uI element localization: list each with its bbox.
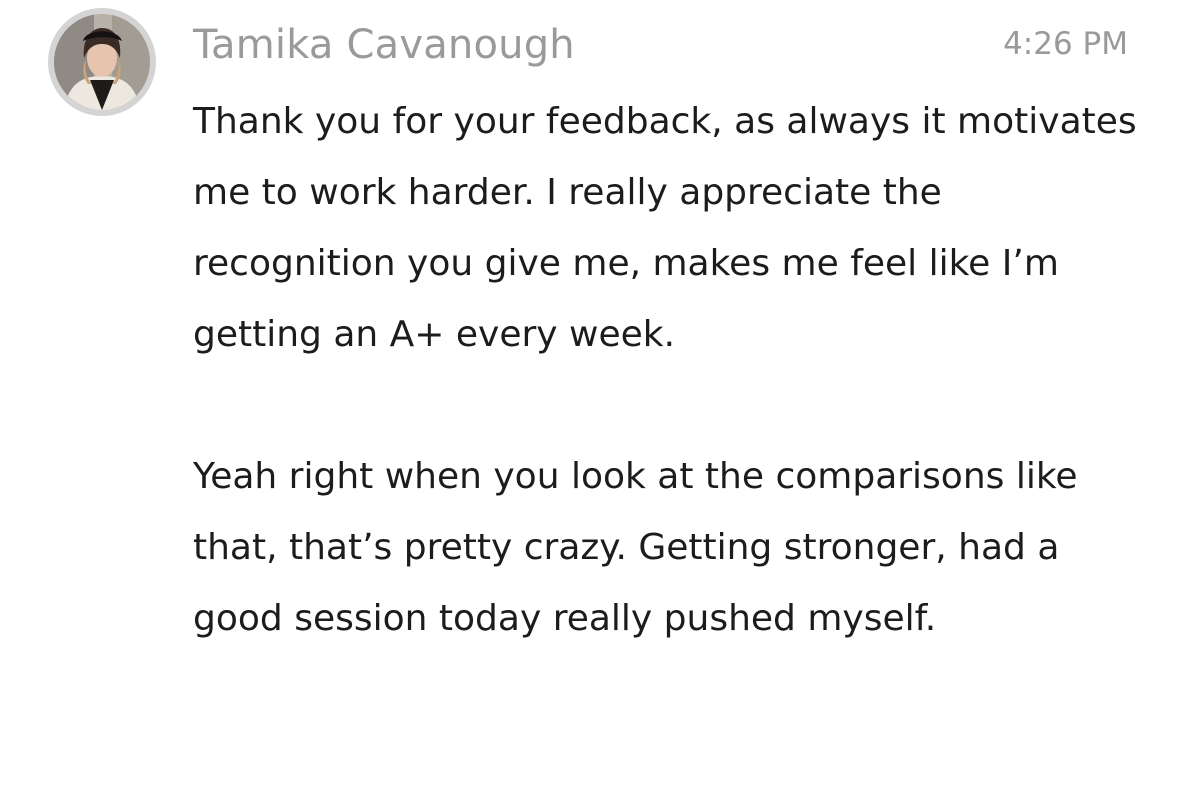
avatar-photo xyxy=(54,14,150,110)
sender-name[interactable]: Tamika Cavanough xyxy=(193,22,575,68)
message-timestamp: 4:26 PM xyxy=(1003,26,1128,62)
message-paragraph: Yeah right when you look at the comparis… xyxy=(193,456,1078,639)
message-paragraph: Thank you for your feedback, as always i… xyxy=(193,101,1137,355)
message-item: Tamika Cavanough 4:26 PM Thank you for y… xyxy=(0,0,1179,805)
avatar[interactable] xyxy=(48,8,156,116)
message-body: Thank you for your feedback, as always i… xyxy=(193,86,1153,654)
message-header: Tamika Cavanough 4:26 PM xyxy=(193,18,1128,78)
